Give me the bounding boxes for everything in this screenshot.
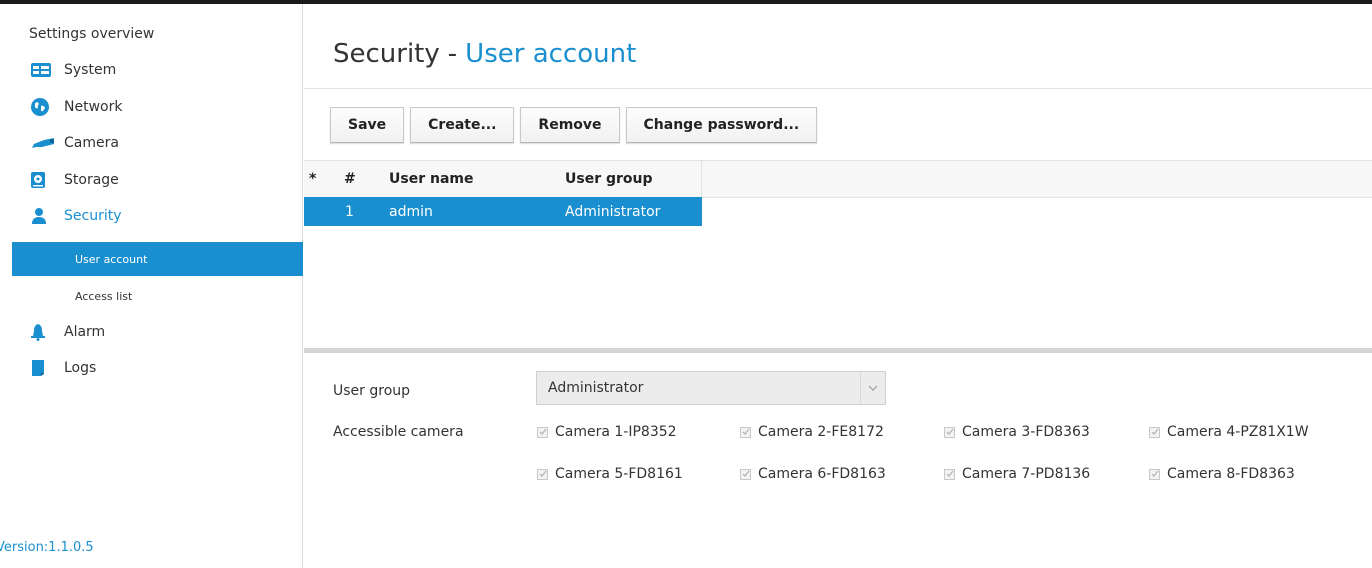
sidebar-item-security[interactable]: Security bbox=[30, 204, 122, 228]
camera-checkbox-item[interactable]: Camera 6-FD8163 bbox=[740, 466, 886, 482]
camera-checkbox-item[interactable]: Camera 1-IP8352 bbox=[537, 424, 677, 440]
globe-icon bbox=[30, 97, 56, 117]
page-title: Security - User account bbox=[333, 39, 636, 69]
sidebar-item-alarm[interactable]: Alarm bbox=[30, 320, 105, 344]
storage-icon bbox=[30, 170, 56, 190]
checkbox[interactable] bbox=[944, 468, 955, 480]
sidebar-item-network[interactable]: Network bbox=[30, 95, 122, 119]
camera-label: Camera 1-IP8352 bbox=[555, 424, 677, 440]
checkbox[interactable] bbox=[740, 426, 751, 438]
user-icon bbox=[30, 206, 56, 226]
sidebar-item-label: Network bbox=[64, 99, 123, 115]
user-table: * # User name User group 1 admin Adminis… bbox=[304, 160, 1372, 350]
sidebar-item-label: Logs bbox=[64, 360, 97, 376]
camera-checkbox-item[interactable]: Camera 8-FD8363 bbox=[1149, 466, 1295, 482]
camera-label: Camera 6-FD8163 bbox=[758, 466, 886, 482]
accessible-camera-label: Accessible camera bbox=[333, 424, 464, 440]
checkbox[interactable] bbox=[944, 426, 955, 438]
camera-icon bbox=[30, 133, 56, 153]
checkbox[interactable] bbox=[740, 468, 751, 480]
sidebar-subitem-label: User account bbox=[75, 252, 148, 266]
camera-label: Camera 8-FD8363 bbox=[1167, 466, 1295, 482]
camera-label: Camera 3-FD8363 bbox=[962, 424, 1090, 440]
page-title-section: Security bbox=[333, 39, 440, 69]
logs-icon bbox=[30, 358, 56, 378]
user-group-label: User group bbox=[333, 383, 411, 399]
sidebar-item-label: Storage bbox=[64, 172, 119, 188]
user-group-selected-value: Administrator bbox=[548, 380, 644, 396]
sidebar-item-system[interactable]: System bbox=[30, 58, 116, 82]
camera-label: Camera 7-PD8136 bbox=[962, 466, 1091, 482]
user-group-select[interactable]: Administrator bbox=[536, 371, 886, 405]
chevron-down-icon[interactable] bbox=[860, 372, 885, 404]
column-header-user-name[interactable]: User name bbox=[389, 161, 473, 197]
column-divider bbox=[701, 161, 702, 197]
panel-splitter[interactable] bbox=[304, 348, 1372, 353]
column-header-index[interactable]: # bbox=[344, 161, 356, 197]
save-button[interactable]: Save bbox=[330, 107, 405, 143]
table-row[interactable]: 1 admin Administrator bbox=[304, 197, 702, 226]
camera-label: Camera 4-PZ81X1W bbox=[1167, 424, 1309, 440]
row-user-group: Administrator bbox=[565, 203, 661, 220]
sidebar-subitem-access-list[interactable]: Access list bbox=[12, 279, 303, 313]
system-icon bbox=[30, 60, 56, 80]
sidebar: Settings overview System Network Camera … bbox=[0, 4, 303, 568]
remove-button[interactable]: Remove bbox=[520, 107, 620, 143]
sidebar-item-label: System bbox=[64, 62, 117, 78]
sidebar-item-storage[interactable]: Storage bbox=[30, 168, 119, 192]
camera-checkbox-item[interactable]: Camera 7-PD8136 bbox=[944, 466, 1090, 482]
title-divider bbox=[304, 88, 1372, 89]
checkbox[interactable] bbox=[537, 426, 548, 438]
main-panel: Security - User account Save Create... Rem… bbox=[304, 4, 1372, 568]
sidebar-subitem-user-account[interactable]: User account bbox=[12, 242, 303, 276]
page-title-separator: - bbox=[447, 39, 458, 69]
change-password-button[interactable]: Change password... bbox=[625, 107, 818, 143]
camera-checkbox-item[interactable]: Camera 5-FD8161 bbox=[537, 466, 683, 482]
camera-checkbox-item[interactable]: Camera 2-FE8172 bbox=[740, 424, 884, 440]
create-button[interactable]: Create... bbox=[410, 107, 515, 143]
checkbox[interactable] bbox=[1149, 426, 1160, 438]
sidebar-item-logs[interactable]: Logs bbox=[30, 356, 96, 380]
row-index: 1 bbox=[345, 203, 354, 220]
camera-checkbox-item[interactable]: Camera 3-FD8363 bbox=[944, 424, 1090, 440]
version-label: Version:1.1.0.5 bbox=[0, 540, 94, 555]
toolbar: Save Create... Remove Change password... bbox=[330, 107, 818, 143]
settings-overview-title[interactable]: Settings overview bbox=[29, 26, 154, 42]
column-header-marker[interactable]: * bbox=[309, 161, 316, 197]
camera-label: Camera 5-FD8161 bbox=[555, 466, 683, 482]
row-user-name: admin bbox=[389, 203, 433, 220]
bell-icon bbox=[30, 322, 56, 342]
table-header: * # User name User group bbox=[304, 160, 1372, 198]
sidebar-item-label: Alarm bbox=[64, 324, 106, 340]
checkbox[interactable] bbox=[1149, 468, 1160, 480]
sidebar-item-camera[interactable]: Camera bbox=[30, 131, 119, 155]
camera-label: Camera 2-FE8172 bbox=[758, 424, 884, 440]
sidebar-item-label: Camera bbox=[64, 135, 119, 151]
checkbox[interactable] bbox=[537, 468, 548, 480]
sidebar-subitem-label: Access list bbox=[75, 289, 133, 303]
sidebar-item-label: Security bbox=[64, 208, 122, 224]
page-title-subsection: User account bbox=[465, 39, 637, 69]
column-header-user-group[interactable]: User group bbox=[565, 161, 653, 197]
camera-checkbox-item[interactable]: Camera 4-PZ81X1W bbox=[1149, 424, 1309, 440]
